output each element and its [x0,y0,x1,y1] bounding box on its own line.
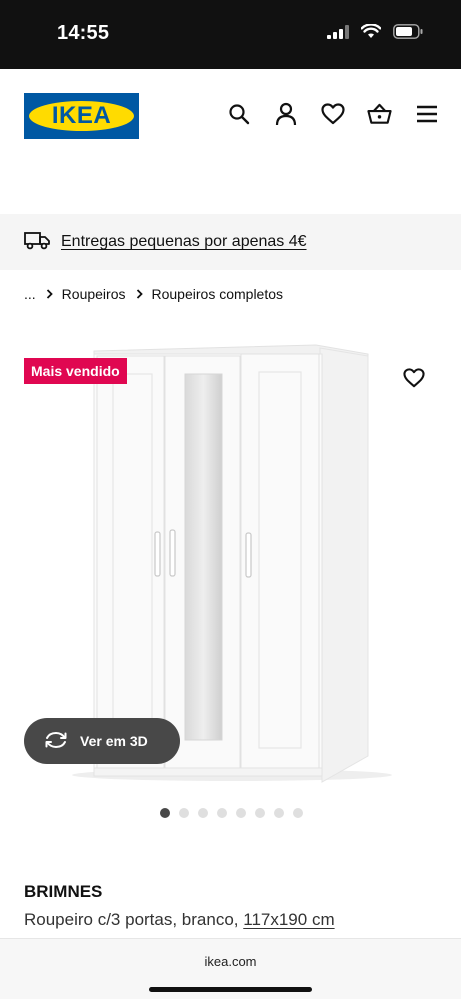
ikea-logo-text: IKEA [51,102,112,129]
status-time: 14:55 [57,22,110,44]
gallery-dot[interactable] [217,808,227,818]
truck-icon [24,230,50,255]
gallery-dot[interactable] [198,808,208,818]
ikea-logo[interactable]: IKEA [24,93,139,139]
ikea-logo-oval: IKEA [29,101,134,131]
rotate-3d-icon [44,731,68,752]
delivery-link[interactable]: Entregas pequenas por apenas 4€ [61,233,307,251]
user-icon[interactable] [273,101,298,126]
delivery-banner[interactable]: Entregas pequenas por apenas 4€ [0,214,461,270]
gallery-pagination [160,808,303,818]
chevron-right-icon [136,286,143,302]
status-bar: 14:55 [0,0,461,69]
home-indicator [149,987,312,992]
breadcrumb-item-roupeiros-completos[interactable]: Roupeiros completos [152,286,284,302]
gallery-dot[interactable] [236,808,246,818]
site-header: IKEA [0,69,461,214]
breadcrumb-item-roupeiros[interactable]: Roupeiros [62,286,126,302]
menu-icon[interactable] [414,101,439,126]
heart-icon [403,367,425,393]
view-in-3d-button[interactable]: Ver em 3D [24,718,180,764]
best-seller-badge: Mais vendido [24,358,127,384]
gallery-dot[interactable] [274,808,284,818]
add-to-favourites-button[interactable] [399,365,429,395]
product-description-text: Roupeiro c/3 portas, branco, [24,910,239,929]
wifi-icon [360,23,382,44]
product-name: BRIMNES [24,882,103,901]
header-actions [226,101,439,126]
product-dimensions-link[interactable]: 117x190 cm [243,910,334,929]
url-text[interactable]: ikea.com [0,954,461,969]
gallery-dot[interactable] [179,808,189,818]
gallery-dot[interactable] [160,808,170,818]
breadcrumb: ... Roupeiros Roupeiros completos [24,286,283,302]
product-description: Roupeiro c/3 portas, branco, 117x190 cm [24,910,335,930]
gallery-dot[interactable] [293,808,303,818]
cellular-signal-icon [327,24,349,44]
heart-icon[interactable] [320,101,345,126]
browser-url-bar[interactable]: ikea.com [0,938,461,999]
view-in-3d-label: Ver em 3D [80,733,148,749]
gallery-dot[interactable] [255,808,265,818]
search-icon[interactable] [226,101,251,126]
product-image-gallery[interactable]: Mais vendido Ver em 3D [0,330,461,800]
basket-icon[interactable] [367,101,392,126]
chevron-right-icon [46,286,53,302]
breadcrumb-ellipsis[interactable]: ... [24,286,36,302]
status-icons [327,23,423,44]
battery-icon [393,24,423,44]
